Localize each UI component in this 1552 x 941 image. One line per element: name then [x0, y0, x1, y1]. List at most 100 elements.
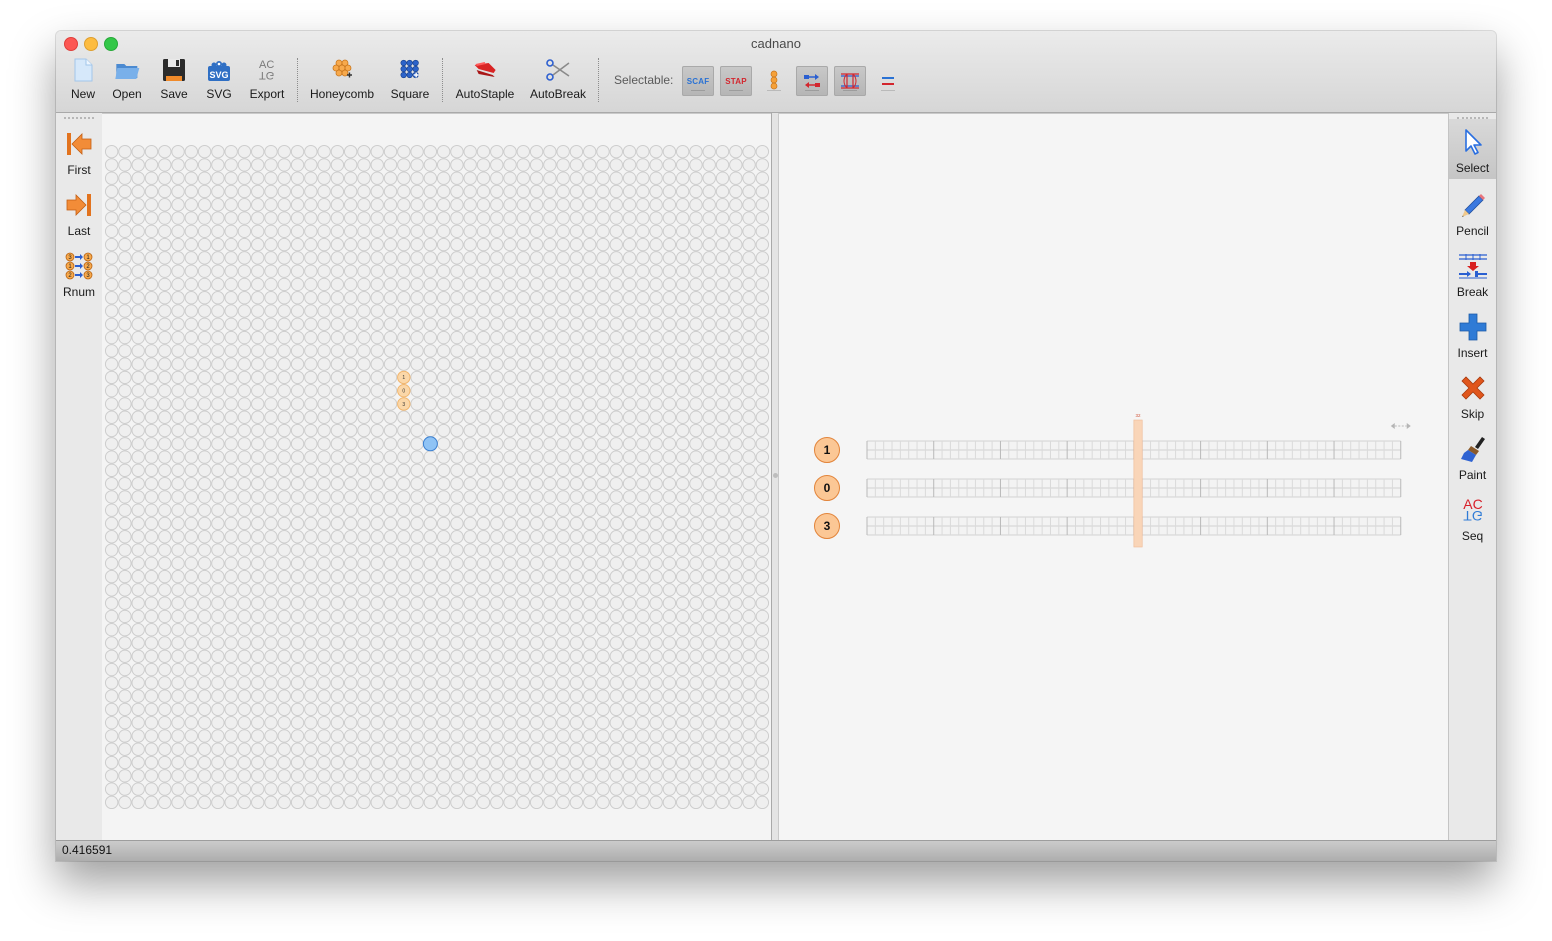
lattice-slot[interactable] — [357, 742, 371, 756]
lattice-slot[interactable] — [503, 742, 517, 756]
lattice-slot[interactable] — [410, 330, 424, 345]
lattice-slot[interactable] — [450, 649, 464, 663]
lattice-slot[interactable] — [423, 198, 438, 212]
lattice-slot[interactable] — [317, 569, 331, 584]
lattice-slot[interactable] — [450, 224, 464, 239]
lattice-slot[interactable] — [675, 357, 690, 371]
lattice-slot[interactable] — [755, 503, 770, 517]
lattice-slot[interactable] — [211, 516, 225, 531]
lattice-slot[interactable] — [476, 463, 491, 478]
lattice-slot[interactable] — [529, 689, 544, 703]
lattice-slot[interactable] — [211, 383, 225, 398]
lattice-slot[interactable] — [662, 370, 677, 385]
lattice-slot[interactable] — [529, 211, 544, 225]
lattice-slot[interactable] — [171, 264, 185, 278]
lattice-slot[interactable] — [251, 184, 265, 199]
lattice-slot[interactable] — [370, 370, 384, 385]
lattice-slot[interactable] — [715, 357, 730, 371]
lattice-slot[interactable] — [569, 742, 584, 756]
lattice-slot[interactable] — [636, 291, 650, 305]
lattice-slot[interactable] — [662, 198, 677, 212]
lattice-slot[interactable] — [410, 490, 424, 504]
lattice-slot[interactable] — [490, 609, 504, 624]
lattice-slot[interactable] — [131, 503, 145, 517]
lattice-slot[interactable] — [304, 410, 318, 424]
lattice-slot[interactable] — [490, 291, 504, 305]
lattice-slot[interactable] — [529, 144, 544, 159]
lattice-slot[interactable] — [290, 596, 305, 610]
lattice-slot[interactable] — [503, 769, 517, 783]
active-base-slider[interactable]: 32 — [1133, 413, 1143, 548]
lattice-slot[interactable] — [104, 463, 119, 478]
lattice-slot[interactable] — [450, 782, 464, 796]
lattice-slot[interactable] — [742, 144, 756, 159]
lattice-slot[interactable] — [755, 171, 770, 185]
lattice-slot[interactable] — [251, 317, 265, 331]
lattice-slot[interactable] — [715, 144, 730, 159]
lattice-slot[interactable] — [290, 198, 305, 212]
lattice-slot[interactable] — [476, 291, 491, 305]
lattice-slot[interactable] — [290, 702, 305, 717]
lattice-slot[interactable] — [490, 437, 504, 451]
lattice-slot[interactable] — [383, 463, 398, 478]
lattice-slot[interactable] — [609, 251, 623, 265]
lattice-slot[interactable] — [184, 623, 199, 637]
lattice-slot[interactable] — [197, 198, 212, 212]
lattice-slot[interactable] — [158, 782, 172, 796]
lattice-slot[interactable] — [211, 344, 225, 358]
lattice-slot[interactable] — [423, 463, 438, 478]
lattice-slot[interactable] — [649, 410, 663, 424]
lattice-slot[interactable] — [649, 211, 663, 225]
lattice-slot[interactable] — [410, 370, 424, 385]
lattice-slot[interactable] — [224, 636, 238, 650]
lattice-slot[interactable] — [543, 516, 557, 531]
lattice-slot[interactable] — [569, 158, 584, 172]
path-helix-1[interactable]: 1 — [814, 437, 1402, 463]
lattice-slot[interactable] — [370, 782, 384, 796]
lattice-slot[interactable] — [476, 689, 491, 703]
lattice-slot[interactable] — [290, 357, 305, 371]
lattice-slot[interactable] — [596, 370, 610, 385]
lattice-slot[interactable] — [636, 184, 650, 199]
lattice-slot[interactable] — [609, 702, 623, 717]
lattice-slot[interactable] — [715, 437, 730, 451]
lattice-slot[interactable] — [290, 636, 305, 650]
lattice-slot[interactable] — [755, 689, 770, 703]
lattice-slot[interactable] — [184, 383, 199, 398]
lattice-slot[interactable] — [397, 649, 411, 663]
lattice-slot[interactable] — [503, 370, 517, 385]
lattice-slot[interactable] — [383, 569, 398, 584]
lattice-slot[interactable] — [556, 702, 570, 717]
lattice-slot[interactable] — [543, 171, 557, 185]
lattice-slot[interactable] — [357, 662, 371, 677]
lattice-slot[interactable] — [357, 463, 371, 478]
lattice-slot[interactable] — [304, 715, 318, 730]
lattice-slot[interactable] — [583, 211, 597, 225]
lattice-slot[interactable] — [370, 490, 384, 504]
lattice-slot[interactable] — [622, 742, 637, 756]
lattice-slot[interactable] — [158, 158, 172, 172]
new-button[interactable]: New — [69, 56, 97, 101]
lattice-slot[interactable] — [729, 795, 743, 810]
lattice-slot[interactable] — [436, 583, 451, 597]
lattice-slot[interactable] — [609, 795, 623, 810]
lattice-slot[interactable] — [742, 224, 756, 239]
lattice-slot[interactable] — [158, 264, 172, 278]
lattice-slot[interactable] — [317, 490, 331, 504]
lattice-slot[interactable] — [622, 662, 637, 677]
lattice-slot[interactable] — [476, 383, 491, 398]
lattice-slot[interactable] — [715, 344, 730, 358]
lattice-slot[interactable] — [104, 569, 119, 584]
lattice-slot[interactable] — [689, 224, 703, 239]
lattice-slot[interactable] — [131, 662, 145, 677]
lattice-slot[interactable] — [104, 237, 119, 252]
lattice-slot[interactable] — [529, 344, 544, 358]
lattice-slot[interactable] — [636, 795, 650, 810]
lattice-slot[interactable] — [184, 330, 199, 345]
lattice-slot[interactable] — [569, 583, 584, 597]
lattice-slot[interactable] — [529, 556, 544, 571]
lattice-slot[interactable] — [649, 715, 663, 730]
lattice-slot[interactable] — [729, 251, 743, 265]
lattice-slot[interactable] — [702, 742, 716, 756]
lattice-slot[interactable] — [729, 370, 743, 385]
